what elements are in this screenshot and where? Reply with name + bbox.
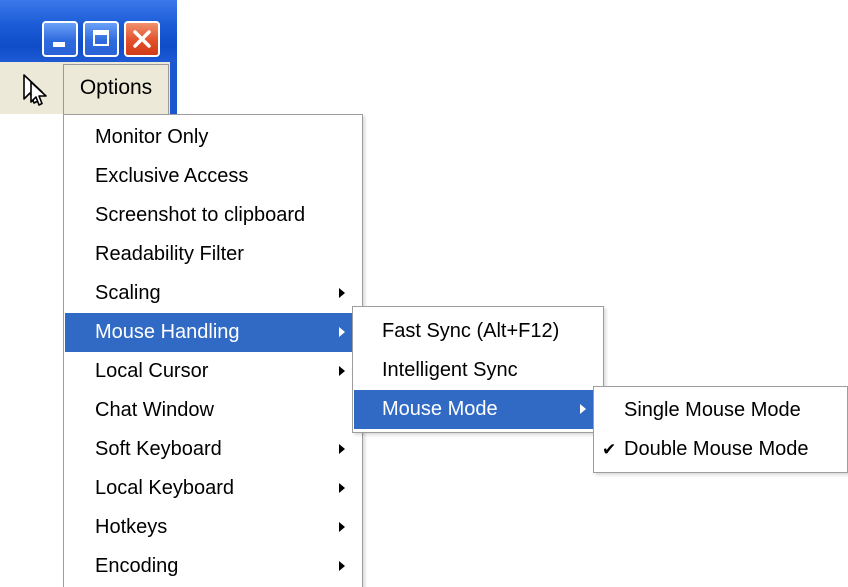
submenu-arrow-icon (339, 288, 345, 298)
submenu-arrow-icon (580, 404, 586, 414)
menu-item-monitor-only[interactable]: Monitor Only (65, 118, 361, 157)
mouse-handling-submenu: Fast Sync (Alt+F12) Intelligent Sync Mou… (352, 306, 604, 433)
submenu-arrow-icon (339, 483, 345, 493)
minimize-button[interactable] (42, 21, 78, 57)
menu-item-label: Scaling (95, 282, 161, 304)
mouse-mode-submenu: Single Mouse Mode ✔ Double Mouse Mode (593, 386, 848, 473)
window-titlebar (0, 0, 177, 62)
menu-item-double-mouse-mode[interactable]: ✔ Double Mouse Mode (595, 430, 846, 469)
menu-item-label: Encoding (95, 555, 179, 577)
menu-item-fast-sync[interactable]: Fast Sync (Alt+F12) (354, 312, 602, 351)
submenu-arrow-icon (339, 444, 345, 454)
menu-item-label: Single Mouse Mode (624, 399, 801, 421)
submenu-arrow-icon (339, 561, 345, 571)
window-border (170, 62, 177, 114)
menu-item-label: Mouse Handling (95, 321, 240, 343)
menu-item-readability-filter[interactable]: Readability Filter (65, 235, 361, 274)
checkmark-icon: ✔ (602, 440, 617, 459)
menu-item-label: Readability Filter (95, 243, 244, 265)
menu-item-label: Mouse Mode (382, 398, 498, 420)
screen: Options Monitor Only Exclusive Access Sc… (0, 0, 848, 587)
menu-item-label: Monitor Only (95, 126, 209, 148)
menu-item-single-mouse-mode[interactable]: Single Mouse Mode (595, 391, 846, 430)
options-menu: Monitor Only Exclusive Access Screenshot… (63, 114, 363, 587)
menu-item-label: Local Keyboard (95, 477, 234, 499)
menu-item-soft-keyboard[interactable]: Soft Keyboard (65, 430, 361, 469)
menu-item-chat-window[interactable]: Chat Window (65, 391, 361, 430)
menu-item-screenshot-to-clipboard[interactable]: Screenshot to clipboard (65, 196, 361, 235)
submenu-arrow-icon (339, 522, 345, 532)
close-icon (133, 30, 151, 48)
menu-item-hotkeys[interactable]: Hotkeys (65, 508, 361, 547)
menu-item-encoding[interactable]: Encoding (65, 547, 361, 586)
options-menu-button[interactable]: Options (63, 64, 169, 114)
menu-item-label: Hotkeys (95, 516, 168, 538)
menu-item-label: Intelligent Sync (382, 359, 518, 381)
maximize-icon (93, 30, 109, 46)
mouse-cursor-icon[interactable] (18, 72, 54, 108)
menu-item-label: Soft Keyboard (95, 438, 222, 460)
menu-item-mouse-handling[interactable]: Mouse Handling (65, 313, 361, 352)
menu-item-label: Fast Sync (Alt+F12) (382, 320, 560, 342)
menu-item-label: Chat Window (95, 399, 214, 421)
menu-item-intelligent-sync[interactable]: Intelligent Sync (354, 351, 602, 390)
menu-item-exclusive-access[interactable]: Exclusive Access (65, 157, 361, 196)
close-button[interactable] (124, 21, 160, 57)
submenu-arrow-icon (339, 366, 345, 376)
menu-item-local-keyboard[interactable]: Local Keyboard (65, 469, 361, 508)
menu-item-mouse-mode[interactable]: Mouse Mode (354, 390, 602, 429)
menu-item-label: Double Mouse Mode (624, 438, 809, 460)
menu-item-label: Exclusive Access (95, 165, 249, 187)
submenu-arrow-icon (339, 327, 345, 337)
menu-item-label: Screenshot to clipboard (95, 204, 306, 226)
maximize-button[interactable] (83, 21, 119, 57)
menu-item-local-cursor[interactable]: Local Cursor (65, 352, 361, 391)
minimize-icon (53, 42, 65, 47)
menu-item-scaling[interactable]: Scaling (65, 274, 361, 313)
menu-item-label: Local Cursor (95, 360, 209, 382)
